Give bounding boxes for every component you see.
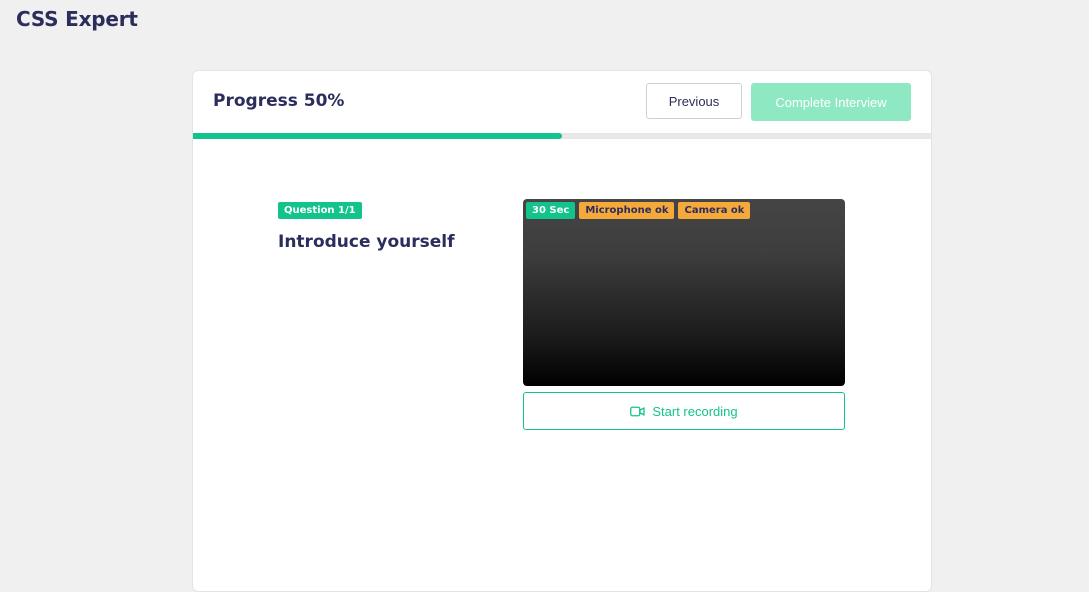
- video-preview: 30 Sec Microphone ok Camera ok: [523, 199, 845, 386]
- microphone-status-badge: Microphone ok: [579, 202, 675, 219]
- card-header: Progress 50% Previous Complete Interview: [193, 71, 931, 133]
- progress-bar-fill: [193, 133, 562, 139]
- video-status-badges: 30 Sec Microphone ok Camera ok: [526, 202, 751, 219]
- progress-title: Progress 50%: [213, 91, 345, 111]
- previous-button[interactable]: Previous: [646, 83, 742, 119]
- complete-interview-button[interactable]: Complete Interview: [751, 83, 911, 121]
- timer-badge: 30 Sec: [526, 202, 576, 219]
- start-recording-label: Start recording: [652, 403, 738, 419]
- start-recording-button[interactable]: Start recording: [523, 392, 845, 430]
- camera-status-badge: Camera ok: [678, 202, 751, 219]
- app-title: CSS Expert: [16, 7, 138, 31]
- video-camera-icon: [630, 406, 646, 417]
- question-text: Introduce yourself: [278, 232, 455, 252]
- progress-bar: [193, 133, 931, 139]
- interview-card: Progress 50% Previous Complete Interview…: [192, 70, 932, 592]
- question-number-badge: Question 1/1: [278, 202, 362, 219]
